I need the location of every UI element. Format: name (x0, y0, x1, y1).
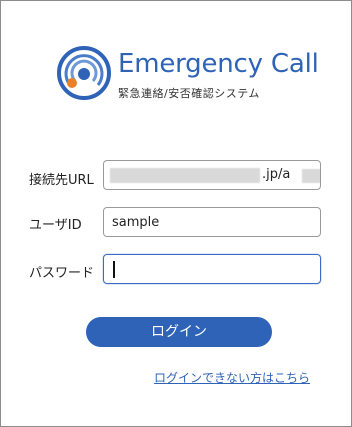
user-id-input[interactable] (104, 208, 320, 236)
login-panel: Emergency Call 緊急連絡/安否確認システム 接続先URL .jp/… (0, 0, 352, 427)
password-field-wrapper (103, 254, 321, 284)
password-input[interactable] (104, 255, 320, 283)
url-field[interactable]: .jp/a (103, 160, 321, 190)
url-masked-tail (302, 169, 320, 183)
brand-logo: Emergency Call 緊急連絡/安否確認システム (56, 45, 319, 107)
forgot-login-link[interactable]: ログインできない方はこちら (154, 369, 310, 386)
user-id-label: ユーザID (29, 218, 82, 233)
emergency-call-logo-icon (57, 46, 111, 100)
url-value: .jp/a (262, 167, 291, 182)
user-id-field-wrapper (103, 207, 321, 237)
password-label: パスワード (29, 266, 95, 281)
login-button[interactable]: ログイン (86, 317, 272, 347)
url-masked-segment (110, 168, 260, 183)
text-cursor (113, 261, 115, 278)
brand-title: Emergency Call (118, 49, 319, 79)
brand-subtitle: 緊急連絡/安否確認システム (118, 87, 260, 100)
url-label: 接続先URL (29, 173, 94, 188)
